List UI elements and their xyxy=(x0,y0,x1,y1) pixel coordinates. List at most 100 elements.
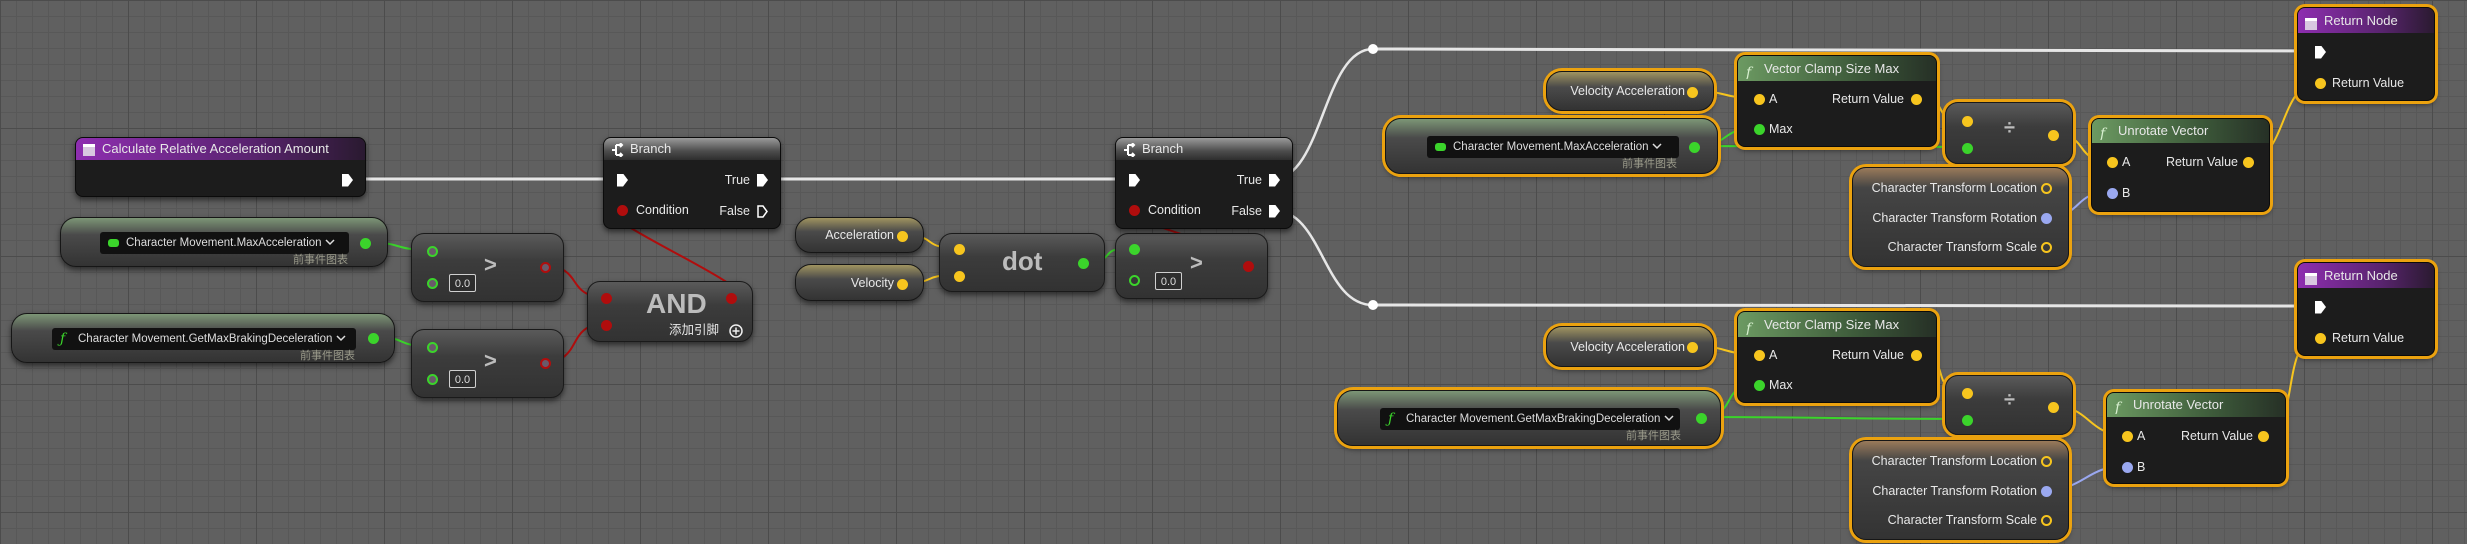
pin[interactable] xyxy=(2040,241,2052,253)
pin[interactable] xyxy=(426,245,438,257)
pin[interactable] xyxy=(426,277,438,289)
pin[interactable] xyxy=(1128,274,1140,286)
and-node[interactable]: AND 添加引脚 xyxy=(587,281,753,342)
node-header[interactable]: Branch xyxy=(604,138,780,160)
pin[interactable] xyxy=(1077,257,1089,269)
reroute-node[interactable] xyxy=(1368,44,1378,54)
pin[interactable] xyxy=(725,292,737,304)
exec-pin[interactable] xyxy=(757,173,768,187)
node-header[interactable]: f Unrotate Vector xyxy=(2092,119,2269,143)
exec-pin[interactable] xyxy=(2315,45,2326,59)
pin[interactable] xyxy=(2040,182,2052,194)
greater-than-node[interactable]: 0.0 > xyxy=(411,233,564,302)
vector-clamp-size-max-node[interactable]: f Vector Clamp Size Max A Max Return Value xyxy=(1737,55,1937,147)
pin[interactable] xyxy=(1695,412,1707,424)
branch-node[interactable]: Branch True Condition False xyxy=(1115,137,1293,229)
pin[interactable] xyxy=(600,319,612,331)
pin[interactable] xyxy=(1961,115,1973,127)
return-node[interactable]: Return Node Return Value xyxy=(2297,7,2435,101)
divide-node[interactable]: ÷ xyxy=(1945,102,2073,164)
pin[interactable] xyxy=(1753,349,1765,361)
pin[interactable] xyxy=(1128,243,1140,255)
wire[interactable] xyxy=(1372,47,2320,53)
pin[interactable] xyxy=(2047,401,2059,413)
branch-node[interactable]: Branch True Condition False xyxy=(603,137,781,229)
get-max-acceleration-node[interactable]: Character Movement.MaxAcceleration 前事件图表 xyxy=(60,217,388,267)
pin[interactable] xyxy=(2257,430,2269,442)
return-node[interactable]: Return Node Return Value xyxy=(2297,262,2435,356)
exec-pin[interactable] xyxy=(342,173,353,187)
pin[interactable] xyxy=(2121,430,2133,442)
default-value-input[interactable]: 0.0 xyxy=(1155,272,1182,290)
exec-pin[interactable] xyxy=(1269,173,1280,187)
pin[interactable] xyxy=(1753,379,1765,391)
pin[interactable] xyxy=(2106,187,2118,199)
pin[interactable] xyxy=(2106,156,2118,168)
target-dropdown[interactable]: ƒ Character Movement.GetMaxBrakingDeceler… xyxy=(1380,408,1680,430)
target-dropdown[interactable]: Character Movement.MaxAcceleration xyxy=(1427,136,1679,158)
pin[interactable] xyxy=(1753,93,1765,105)
pin[interactable] xyxy=(2314,332,2326,344)
add-pin-icon[interactable] xyxy=(729,324,743,343)
node-header[interactable]: Calculate Relative Acceleration Amount xyxy=(76,138,365,160)
pin[interactable] xyxy=(1686,341,1698,353)
pin[interactable] xyxy=(1910,93,1922,105)
wire[interactable] xyxy=(1699,416,1967,420)
pin[interactable] xyxy=(953,270,965,282)
pin[interactable] xyxy=(359,237,371,249)
target-dropdown[interactable]: Character Movement.MaxAcceleration xyxy=(100,232,349,254)
target-dropdown[interactable]: ƒ Character Movement.GetMaxBrakingDeceler… xyxy=(52,328,356,350)
pin[interactable] xyxy=(2040,514,2052,526)
get-max-acceleration-node[interactable]: Character Movement.MaxAcceleration 前事件图表 xyxy=(1385,118,1718,174)
default-value-input[interactable]: 0.0 xyxy=(449,274,476,292)
add-pin-label[interactable]: 添加引脚 xyxy=(669,323,719,338)
pin[interactable] xyxy=(426,341,438,353)
node-header[interactable]: f Vector Clamp Size Max xyxy=(1738,56,1936,81)
pin[interactable] xyxy=(896,278,908,290)
wire[interactable] xyxy=(1372,303,2320,308)
pin[interactable] xyxy=(2242,156,2254,168)
velocity-acceleration-variable-node[interactable]: Velocity Acceleration xyxy=(1546,326,1714,367)
pin[interactable] xyxy=(2040,455,2052,467)
velocity-acceleration-variable-node[interactable]: Velocity Acceleration xyxy=(1546,71,1714,111)
unrotate-vector-node[interactable]: f Unrotate Vector A B Return Value xyxy=(2106,392,2286,484)
pin[interactable] xyxy=(367,332,379,344)
default-value-input[interactable]: 0.0 xyxy=(449,370,476,388)
velocity-variable-node[interactable]: Velocity xyxy=(795,264,924,301)
pin[interactable] xyxy=(539,261,551,273)
unrotate-vector-node[interactable]: f Unrotate Vector A B Return Value xyxy=(2091,118,2270,212)
exec-pin[interactable] xyxy=(1129,173,1140,187)
node-header[interactable]: Branch xyxy=(1116,138,1292,160)
pin[interactable] xyxy=(1128,204,1140,216)
node-header[interactable]: Return Node xyxy=(2298,263,2434,288)
pin[interactable] xyxy=(1961,142,1973,154)
exec-pin[interactable] xyxy=(1269,204,1280,218)
pin[interactable] xyxy=(1910,349,1922,361)
pin[interactable] xyxy=(1961,414,1973,426)
exec-pin[interactable] xyxy=(757,204,768,218)
pin[interactable] xyxy=(1686,86,1698,98)
pin[interactable] xyxy=(600,292,612,304)
dot-product-node[interactable]: dot xyxy=(939,233,1105,292)
pin[interactable] xyxy=(616,204,628,216)
greater-than-node[interactable]: 0.0 > xyxy=(411,329,564,398)
vector-clamp-size-max-node[interactable]: f Vector Clamp Size Max A Max Return Value xyxy=(1737,311,1937,403)
pin[interactable] xyxy=(2040,485,2052,497)
pin[interactable] xyxy=(539,357,551,369)
pin[interactable] xyxy=(1242,260,1254,272)
exec-pin[interactable] xyxy=(2315,300,2326,314)
get-max-braking-deceleration-node[interactable]: ƒ Character Movement.GetMaxBrakingDeceler… xyxy=(1337,390,1721,446)
exec-pin[interactable] xyxy=(617,173,628,187)
pin[interactable] xyxy=(896,230,908,242)
node-header[interactable]: Return Node xyxy=(2298,8,2434,33)
character-transform-break-node[interactable]: Character Transform Location Character Tr… xyxy=(1852,167,2069,267)
node-header[interactable]: f Unrotate Vector xyxy=(2107,393,2285,417)
pin[interactable] xyxy=(953,243,965,255)
pin[interactable] xyxy=(1961,387,1973,399)
pin[interactable] xyxy=(2047,129,2059,141)
get-max-braking-deceleration-node[interactable]: ƒ Character Movement.GetMaxBrakingDeceler… xyxy=(11,313,395,363)
pin[interactable] xyxy=(2040,212,2052,224)
greater-than-node[interactable]: 0.0 > xyxy=(1115,233,1268,299)
event-node-calculate-relative-acceleration[interactable]: Calculate Relative Acceleration Amount xyxy=(75,137,366,197)
node-header[interactable]: f Vector Clamp Size Max xyxy=(1738,312,1936,337)
